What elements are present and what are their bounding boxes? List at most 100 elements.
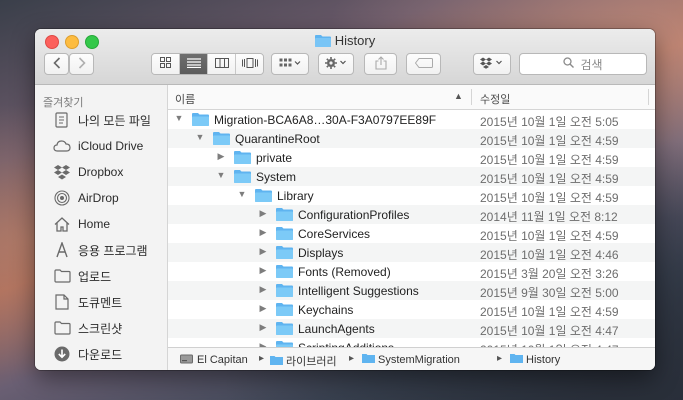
row-name: Fonts (Removed)	[298, 265, 391, 279]
sidebar-item-icloud[interactable]: iCloud Drive	[53, 135, 143, 157]
disclosure-collapsed-icon[interactable]: ▶	[258, 284, 268, 295]
disclosure-expanded-icon[interactable]: ▼	[216, 170, 226, 180]
list-row[interactable]: ▼ QuarantineRoot 2015년 10월 1일 오전 4:59	[168, 129, 655, 148]
folder-icon	[314, 34, 331, 50]
cover-flow-icon	[241, 57, 258, 71]
sidebar: 즐겨찾기 나의 모든 파일 iCloud Drive Dropbox AirDr…	[35, 85, 168, 370]
finder-window: History 검색 즐겨찾기 나의 모든 파일 iCloud Drive Dr…	[35, 29, 655, 370]
folder-icon	[276, 264, 293, 281]
row-name: Intelligent Suggestions	[298, 284, 419, 298]
folder-icon	[270, 355, 283, 368]
column-view-button[interactable]	[208, 54, 236, 74]
row-name: System	[256, 170, 297, 184]
folder-icon	[276, 340, 293, 347]
cover-flow-button[interactable]	[236, 54, 263, 74]
gear-icon	[325, 56, 347, 72]
dropbox-toolbar-button[interactable]	[473, 53, 511, 75]
path-separator-icon: ▸	[497, 353, 503, 364]
disclosure-collapsed-icon[interactable]: ▶	[216, 151, 226, 162]
list-row[interactable]: ▶ LaunchAgents 2015년 10월 1일 오전 4:47	[168, 319, 655, 338]
row-date: 2015년 10월 1일 오전 4:59	[480, 191, 619, 205]
applications-icon	[53, 241, 71, 259]
folder-icon	[234, 169, 251, 186]
window-title: History	[35, 33, 655, 50]
row-name: private	[256, 151, 293, 165]
list-row[interactable]: ▶ ConfigurationProfiles 2014년 11월 1일 오전 8:…	[168, 205, 655, 224]
path-separator-icon: ▸	[259, 353, 265, 364]
sidebar-item-applications[interactable]: 응용 프로그램	[53, 239, 148, 261]
row-name: CoreServices	[298, 227, 371, 241]
path-item-library[interactable]: 라이브러리	[270, 353, 337, 369]
row-date: 2015년 10월 1일 오전 4:46	[480, 248, 619, 262]
all-files-icon	[53, 111, 71, 129]
action-button[interactable]	[318, 53, 354, 75]
sidebar-heading: 즐겨찾기	[43, 97, 84, 109]
arrange-button[interactable]	[271, 53, 309, 75]
list-row[interactable]: ▶ Keychains 2015년 10월 1일 오전 4:59	[168, 300, 655, 319]
list-row[interactable]: ▶ Fonts (Removed) 2015년 3월 20일 오전 3:26	[168, 262, 655, 281]
list-view-button[interactable]	[180, 54, 208, 74]
disclosure-expanded-icon[interactable]: ▼	[174, 113, 184, 123]
tag-button[interactable]	[406, 53, 441, 75]
column-modified-header[interactable]: 수정일	[480, 91, 510, 107]
list-row[interactable]: ▼ System 2015년 10월 1일 오전 4:59	[168, 167, 655, 186]
folder-icon	[234, 150, 251, 167]
list-icon	[186, 57, 201, 71]
row-date: 2015년 10월 1일 오전 4:47	[480, 324, 619, 338]
share-button[interactable]	[364, 53, 397, 75]
row-date: 2015년 10월 1일 오전 4:59	[480, 134, 619, 148]
column-name-header[interactable]: 이름	[175, 91, 195, 107]
path-item-systemmigration[interactable]: SystemMigration	[362, 353, 460, 366]
window-title-text: History	[334, 33, 376, 48]
icon-view-button[interactable]	[152, 54, 180, 74]
sidebar-item-documents[interactable]: 도큐멘트	[53, 291, 122, 313]
sidebar-item-airdrop[interactable]: AirDrop	[53, 187, 119, 209]
tag-icon	[414, 57, 433, 71]
list-row[interactable]: ▶ Displays 2015년 10월 1일 오전 4:46	[168, 243, 655, 262]
chevron-right-icon	[78, 56, 86, 72]
grid-icon	[160, 57, 171, 71]
chevron-left-icon	[52, 56, 61, 72]
folder-icon	[213, 131, 230, 148]
disclosure-collapsed-icon[interactable]: ▶	[258, 246, 268, 257]
row-name: Keychains	[298, 303, 354, 317]
path-item-history[interactable]: History	[510, 353, 560, 366]
sidebar-item-all-files[interactable]: 나의 모든 파일	[53, 109, 151, 131]
title-bar: History 검색	[35, 29, 655, 85]
row-date: 2015년 10월 1일 오전 4:59	[480, 305, 619, 319]
row-name: Migration-BCA6A8…30A-F3A0797EE89F	[214, 113, 437, 127]
disclosure-collapsed-icon[interactable]: ▶	[258, 227, 268, 238]
disclosure-collapsed-icon[interactable]: ▶	[258, 322, 268, 333]
row-date: 2015년 10월 1일 오전 5:05	[480, 115, 619, 129]
arrange-grid-icon	[279, 57, 301, 71]
sort-caret-icon: ▲	[454, 91, 463, 101]
column-divider[interactable]	[648, 89, 649, 105]
disclosure-expanded-icon[interactable]: ▼	[237, 189, 247, 199]
row-date: 2014년 11월 1일 오전 8:12	[480, 210, 618, 224]
search-field[interactable]: 검색	[519, 53, 647, 75]
list-row[interactable]: ▶ Intelligent Suggestions 2015년 9월 30일 오전 …	[168, 281, 655, 300]
list-row[interactable]: ▼ Migration-BCA6A8…30A-F3A0797EE89F 2015년 …	[168, 110, 655, 129]
sidebar-item-downloads[interactable]: 다운로드	[53, 343, 122, 365]
disclosure-collapsed-icon[interactable]: ▶	[258, 265, 268, 276]
list-row[interactable]: ▼ Library 2015년 10월 1일 오전 4:59	[168, 186, 655, 205]
sidebar-item-dropbox[interactable]: Dropbox	[53, 161, 123, 183]
column-divider[interactable]	[471, 89, 472, 105]
sidebar-item-uploads[interactable]: 업로드	[53, 265, 111, 287]
file-list: ▼ Migration-BCA6A8…30A-F3A0797EE89F 2015년 …	[168, 110, 655, 347]
disclosure-collapsed-icon[interactable]: ▶	[258, 303, 268, 314]
disclosure-expanded-icon[interactable]: ▼	[195, 132, 205, 142]
disclosure-collapsed-icon[interactable]: ▶	[258, 208, 268, 219]
sidebar-item-screenshots[interactable]: 스크린샷	[53, 317, 122, 339]
forward-button[interactable]	[69, 53, 94, 75]
back-button[interactable]	[44, 53, 69, 75]
folder-icon	[276, 302, 293, 319]
folder-icon	[276, 245, 293, 262]
sidebar-item-home[interactable]: Home	[53, 213, 110, 235]
path-item-disk[interactable]: El Capitan	[180, 353, 248, 367]
list-row[interactable]: ▶ private 2015년 10월 1일 오전 4:59	[168, 148, 655, 167]
cloud-icon	[53, 137, 71, 155]
list-row[interactable]: ▶ScriptingAdditions2015년 10월 1일 오전 4:47	[168, 338, 655, 347]
columns-icon	[214, 57, 229, 71]
list-row[interactable]: ▶ CoreServices 2015년 10월 1일 오전 4:59	[168, 224, 655, 243]
